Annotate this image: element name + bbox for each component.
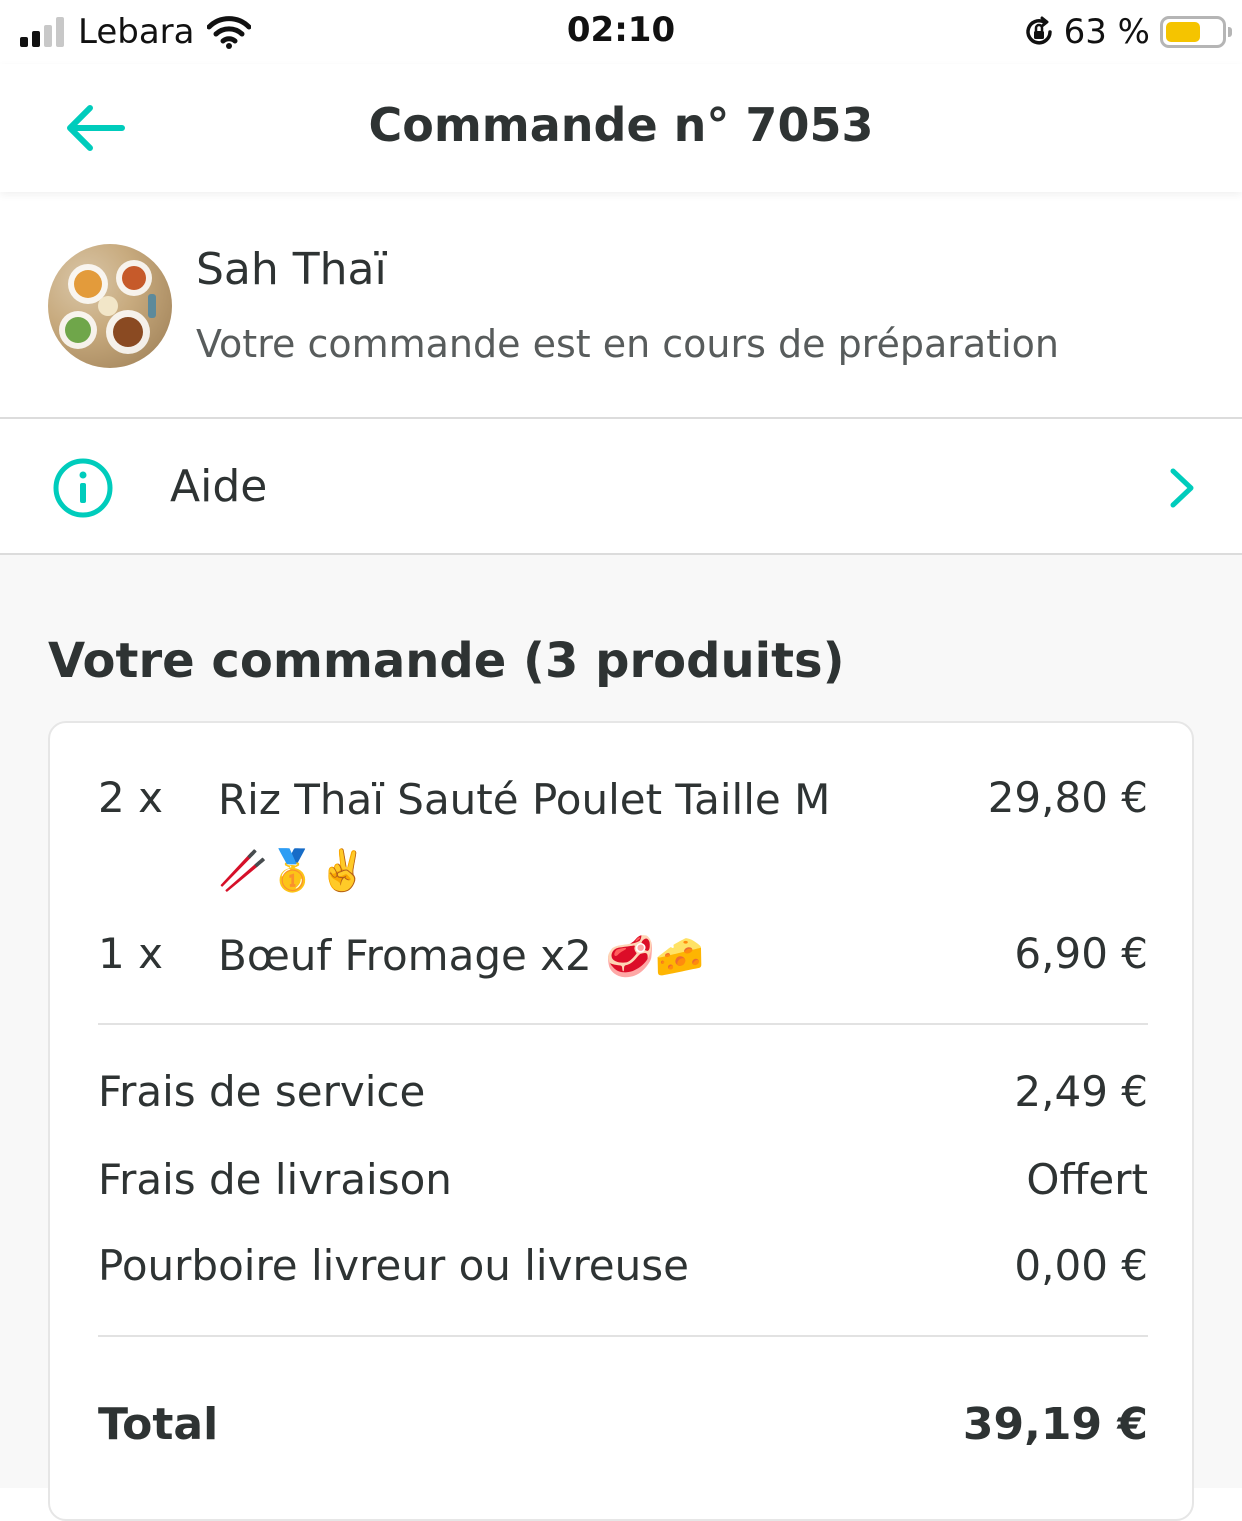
battery-fill <box>1166 22 1201 42</box>
fee-value: 0,00 € <box>1014 1241 1148 1290</box>
total-value: 39,19 € <box>962 1399 1148 1450</box>
fee-row: Frais de service 2,49 € <box>98 1067 1148 1123</box>
order-item: 1 x Bœuf Fromage x2 🥩🧀 6,90 € <box>98 929 1148 989</box>
battery-icon <box>1160 16 1232 48</box>
orientation-lock-icon <box>1025 16 1052 45</box>
item-emojis: 🥢🥇✌️ <box>218 848 368 894</box>
fee-value: 2,49 € <box>1014 1067 1148 1116</box>
order-heading: Votre commande (3 produits) <box>48 633 845 689</box>
total-label: Total <box>98 1399 219 1450</box>
page-title: Commande n° 7053 <box>368 98 874 152</box>
info-icon <box>53 458 113 518</box>
nav-bar: Commande n° 7053 <box>0 64 1242 192</box>
battery-percent: 63 % <box>1063 12 1150 52</box>
item-emojis: 🥩🧀 <box>605 934 705 980</box>
fee-label: Pourboire livreur ou livreuse <box>98 1241 689 1290</box>
fee-row: Frais de livraison Offert <box>98 1155 1148 1211</box>
divider <box>98 1335 1148 1337</box>
status-bar: Lebara 02:10 63 % <box>0 0 1242 64</box>
fee-label: Frais de service <box>98 1067 426 1116</box>
order-section: Votre commande (3 produits) 2 x Riz Thaï… <box>0 555 1242 1521</box>
item-price: 6,90 € <box>1014 929 1148 978</box>
restaurant-name: Sah Thaï <box>196 244 387 295</box>
fee-row: Pourboire livreur ou livreuse 0,00 € <box>98 1241 1148 1297</box>
food-image <box>59 260 156 354</box>
item-quantity: 1 x <box>98 929 163 978</box>
restaurant-avatar <box>48 244 172 368</box>
item-quantity: 2 x <box>98 773 163 822</box>
help-label: Aide <box>170 461 268 512</box>
item-name-text: Bœuf Fromage x2 <box>218 931 592 980</box>
divider <box>98 1023 1148 1025</box>
order-status-text: Votre commande est en cours de préparati… <box>196 322 1059 366</box>
item-name: Bœuf Fromage x2 🥩🧀 <box>218 921 878 992</box>
item-name: Riz Thaï Sauté Poulet Taille M 🥢🥇✌️ <box>218 765 878 906</box>
order-item: 2 x Riz Thaï Sauté Poulet Taille M 🥢🥇✌️ 2… <box>98 773 1148 923</box>
item-name-text: Riz Thaï Sauté Poulet Taille M <box>218 775 831 824</box>
fee-label: Frais de livraison <box>98 1155 452 1204</box>
restaurant-header: Sah Thaï Votre commande est en cours de … <box>0 192 1242 419</box>
chevron-right-icon <box>1170 468 1194 508</box>
item-price: 29,80 € <box>987 773 1148 822</box>
fee-value: Offert <box>1026 1155 1148 1204</box>
order-card: 2 x Riz Thaï Sauté Poulet Taille M 🥢🥇✌️ 2… <box>48 721 1194 1521</box>
status-right: 63 % <box>1022 10 1232 54</box>
help-row[interactable]: Aide <box>0 419 1242 555</box>
